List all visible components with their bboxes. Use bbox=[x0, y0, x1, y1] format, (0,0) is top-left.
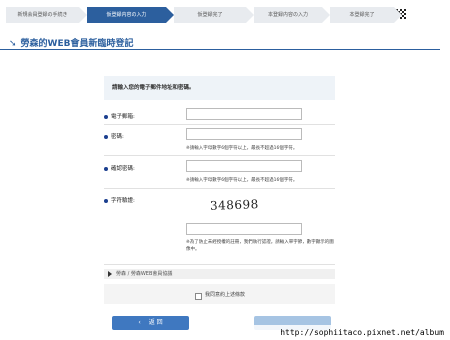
bullet-icon bbox=[104, 166, 108, 171]
captcha-hint: ※為了防止未經授權的註冊，我們執行認證。請輸入單字節，數字顯示的圖像中。 bbox=[186, 240, 334, 252]
captcha-label: 字符驗證: bbox=[104, 196, 135, 204]
captcha-label-text: 字符驗證: bbox=[111, 198, 135, 204]
email-label: 電子郵箱: bbox=[104, 112, 135, 120]
confirm-label-text: 確認密碼: bbox=[111, 166, 135, 172]
step-5-label: 本登録完了 bbox=[349, 12, 375, 18]
title-underline bbox=[0, 49, 440, 50]
agree-checkbox[interactable] bbox=[195, 293, 202, 300]
page-title-text: 勞森的WEB會員新臨時登記 bbox=[20, 39, 134, 49]
chevron-left-icon: ‹ bbox=[138, 319, 141, 326]
step-2-label: 仮登録内容の入力 bbox=[106, 12, 147, 18]
page-title: ➘ 勞森的WEB會員新臨時登記 bbox=[9, 36, 133, 49]
title-arrow-icon: ➘ bbox=[9, 39, 17, 49]
back-button[interactable]: ‹ 返 回 bbox=[112, 316, 189, 330]
terms-toggle[interactable]: 勞森 / 勞森WEB會員協議 bbox=[104, 269, 335, 279]
password-hint: ※請輸入字母數字6個字符以上，最長不超過16個字符。 bbox=[186, 146, 298, 151]
row-divider bbox=[104, 264, 335, 265]
row-divider bbox=[104, 124, 335, 125]
captcha-image: 348698 bbox=[209, 197, 260, 213]
back-button-label: 返 回 bbox=[148, 319, 163, 326]
email-field[interactable] bbox=[186, 108, 302, 120]
step-4-label: 本登録内容の入力 bbox=[267, 12, 308, 18]
password-label-text: 密碼: bbox=[111, 134, 124, 140]
step-2-active: 仮登録内容の入力 bbox=[87, 7, 174, 23]
step-1-label: 新規会員登録の手続き bbox=[17, 12, 68, 18]
step-1: 新規会員登録の手続き bbox=[6, 7, 87, 23]
row-divider bbox=[104, 155, 335, 156]
confirm-password-label: 確認密碼: bbox=[104, 164, 135, 172]
captcha-field[interactable] bbox=[186, 223, 302, 235]
confirm-password-hint: ※請輸入字母數字6個字符以上，最長不超過16個字符。 bbox=[186, 178, 298, 183]
bullet-icon bbox=[104, 198, 108, 203]
bullet-icon bbox=[104, 134, 108, 139]
form-intro: 請輸入您的電子郵件地址和密碼。 bbox=[104, 76, 335, 100]
terms-label: 勞森 / 勞森WEB會員協議 bbox=[116, 271, 173, 277]
step-5: 本登録完了 bbox=[330, 7, 402, 23]
step-4: 本登録内容の入力 bbox=[254, 7, 330, 23]
confirm-password-field[interactable] bbox=[186, 160, 302, 172]
password-label: 密碼: bbox=[104, 132, 124, 140]
bullet-icon bbox=[104, 114, 108, 119]
agree-label: 我同意約上述條款 bbox=[205, 292, 246, 298]
password-field[interactable] bbox=[186, 128, 302, 140]
row-divider bbox=[104, 188, 335, 189]
step-3-label: 仮登録完了 bbox=[197, 12, 223, 18]
step-3: 仮登録完了 bbox=[174, 7, 254, 23]
email-label-text: 電子郵箱: bbox=[111, 114, 135, 120]
watermark: http://sophiitaco.pixnet.net/album bbox=[222, 325, 450, 340]
progress-stepper: 新規会員登録の手続き 仮登録内容の入力 仮登録完了 本登録内容の入力 本登録完了 bbox=[6, 7, 406, 23]
chevron-right-icon bbox=[108, 270, 112, 277]
